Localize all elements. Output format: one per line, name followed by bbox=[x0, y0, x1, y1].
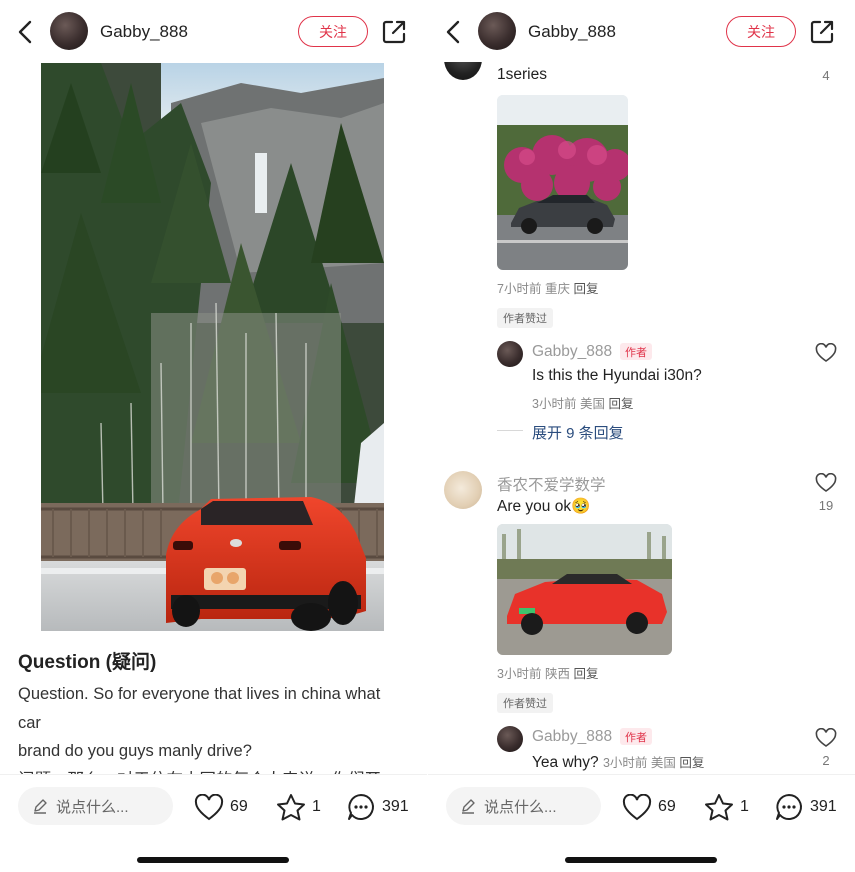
comment-text: Are you ok🥹 bbox=[497, 497, 590, 516]
comment-meta: 3小时前 陕西 回复 bbox=[497, 663, 598, 682]
reply-avatar[interactable] bbox=[497, 726, 523, 752]
post-body-line: car bbox=[18, 713, 41, 732]
commenter-username[interactable]: 香农不爱学数学 bbox=[497, 473, 606, 495]
reply-avatar[interactable] bbox=[497, 341, 523, 367]
post-body-line: brand do you guys manly drive? bbox=[18, 742, 252, 760]
home-indicator bbox=[137, 857, 289, 863]
comment-input-placeholder: 说点什么... bbox=[484, 798, 557, 816]
commenter-avatar[interactable] bbox=[444, 471, 482, 509]
heart-icon[interactable] bbox=[815, 473, 837, 493]
heart-icon[interactable] bbox=[815, 728, 837, 748]
share-icon[interactable] bbox=[809, 19, 835, 45]
back-arrow-icon[interactable] bbox=[442, 18, 464, 46]
comment-photo[interactable] bbox=[497, 524, 672, 655]
expand-replies-link[interactable]: 展开 9 条回复 bbox=[532, 422, 624, 443]
comment-bubble-icon bbox=[776, 794, 802, 820]
comment-like-count: 19 bbox=[818, 498, 834, 513]
collect-button[interactable]: 1 bbox=[276, 792, 321, 822]
collect-count: 1 bbox=[740, 798, 749, 815]
comments-button[interactable]: 391 bbox=[774, 792, 837, 822]
red-sedan-image bbox=[497, 524, 672, 655]
follow-button[interactable]: 关注 bbox=[726, 16, 796, 47]
author-avatar[interactable] bbox=[478, 12, 516, 50]
comment-input[interactable]: 说点什么... bbox=[446, 787, 601, 825]
comment-count: 391 bbox=[382, 798, 409, 815]
reply-link[interactable]: 回复 bbox=[573, 282, 598, 296]
reply-time: 3小时前 bbox=[602, 756, 648, 770]
comment-input-placeholder: 说点什么... bbox=[56, 798, 129, 816]
heart-icon[interactable] bbox=[815, 343, 837, 363]
collect-count: 1 bbox=[312, 798, 321, 815]
divider bbox=[497, 430, 523, 431]
share-icon[interactable] bbox=[381, 19, 407, 45]
comment-text: 1series bbox=[497, 66, 547, 83]
forest-waterfall-car-image bbox=[41, 63, 384, 631]
like-count: 69 bbox=[230, 798, 248, 815]
post-body-line: Question. So for everyone that lives in … bbox=[18, 685, 381, 703]
collect-button[interactable]: 1 bbox=[704, 792, 749, 822]
comment-meta: 7小时前 重庆 回复 bbox=[497, 278, 598, 297]
reply-text-content: Yea why? bbox=[532, 754, 599, 771]
reply-username[interactable]: Gabby_888 bbox=[532, 343, 612, 361]
author-badge: 作者 bbox=[620, 728, 652, 745]
bottom-action-bar: 说点什么... 69 1 391 bbox=[0, 774, 427, 872]
comment-time: 7小时前 bbox=[497, 282, 542, 296]
comment-time: 3小时前 bbox=[497, 667, 542, 681]
reply-link[interactable]: 回复 bbox=[679, 756, 704, 770]
post-body: Question. So for everyone that lives in … bbox=[18, 680, 418, 774]
like-button[interactable]: 69 bbox=[194, 792, 248, 822]
top-bar: Gabby_888 关注 bbox=[0, 0, 427, 62]
like-button[interactable]: 69 bbox=[622, 792, 676, 822]
pencil-icon bbox=[462, 799, 475, 814]
reply-username[interactable]: Gabby_888 bbox=[532, 728, 612, 746]
author-liked-tag: 作者赞过 bbox=[497, 308, 553, 328]
post-title: Question (疑问) bbox=[18, 652, 157, 673]
emoji: 🥹 bbox=[571, 498, 591, 515]
comment-count: 391 bbox=[810, 798, 837, 815]
author-badge: 作者 bbox=[620, 343, 652, 360]
post-detail-panel: Gabby_888 关注 Question (疑问) Question. So … bbox=[0, 0, 427, 872]
reply-time: 3小时前 bbox=[532, 397, 577, 411]
star-icon bbox=[705, 794, 733, 821]
author-name[interactable]: Gabby_888 bbox=[528, 22, 616, 42]
post-photo[interactable] bbox=[41, 63, 384, 631]
author-liked-tag: 作者赞过 bbox=[497, 693, 553, 713]
heart-icon bbox=[622, 793, 652, 820]
reply-meta: 3小时前 美国 回复 bbox=[532, 393, 633, 412]
comments-panel: Gabby_888 关注 1series 4 7小时前 重庆 回复 作者赞过 G… bbox=[428, 0, 855, 872]
author-name[interactable]: Gabby_888 bbox=[100, 22, 188, 42]
top-bar: Gabby_888 关注 bbox=[428, 0, 855, 62]
reply-link[interactable]: 回复 bbox=[573, 667, 598, 681]
reply-meta: 3小时前 美国 回复 bbox=[603, 756, 704, 770]
star-icon bbox=[277, 794, 305, 821]
back-arrow-icon[interactable] bbox=[14, 18, 36, 46]
comment-location: 重庆 bbox=[544, 282, 570, 296]
follow-button[interactable]: 关注 bbox=[298, 16, 368, 47]
comment-input[interactable]: 说点什么... bbox=[18, 787, 173, 825]
comment-location: 陕西 bbox=[544, 667, 570, 681]
comments-button[interactable]: 391 bbox=[346, 792, 409, 822]
comment-text-content: Are you ok bbox=[497, 498, 572, 515]
comment-bubble-icon bbox=[348, 794, 374, 820]
reply-location: 美国 bbox=[650, 756, 676, 770]
reply-link[interactable]: 回复 bbox=[608, 397, 633, 411]
bottom-action-bar: 说点什么... 69 1 391 bbox=[428, 774, 855, 872]
home-indicator bbox=[565, 857, 717, 863]
comment-like-count: 2 bbox=[822, 753, 830, 768]
comment-like-count: 4 bbox=[822, 68, 830, 83]
heart-icon bbox=[194, 793, 224, 820]
reply-location: 美国 bbox=[579, 397, 605, 411]
comment-photo[interactable] bbox=[497, 95, 628, 270]
like-count: 69 bbox=[658, 798, 676, 815]
bmw-1series-image bbox=[497, 95, 628, 270]
reply-text: Yea why? 3小时前 美国 回复 bbox=[532, 752, 704, 772]
post-body-line: 问题：那么，对于住在中国的每个人来说，你们开 bbox=[18, 766, 418, 775]
pencil-icon bbox=[34, 799, 47, 814]
author-avatar[interactable] bbox=[50, 12, 88, 50]
reply-text: Is this the Hyundai i30n? bbox=[532, 367, 702, 384]
